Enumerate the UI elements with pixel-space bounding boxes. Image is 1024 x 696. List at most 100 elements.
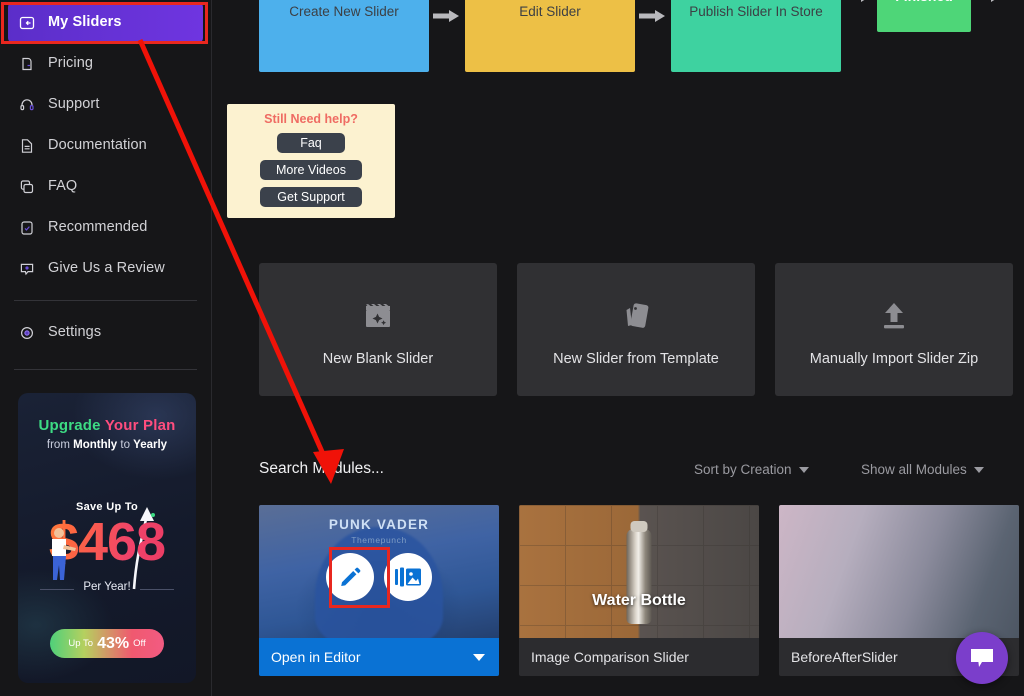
promo-discount-pill[interactable]: Up To 43% Off <box>50 629 164 658</box>
manually-import-slider-zip-card[interactable]: Manually Import Slider Zip <box>775 263 1013 396</box>
show-all-modules-dropdown[interactable]: Show all Modules <box>861 462 984 477</box>
slider-card-punk-vader[interactable]: PUNK VADER Themepunch Open in Editor <box>259 505 499 676</box>
slider-card-image-comparison[interactable]: Water Bottle Image Comparison Slider <box>519 505 759 676</box>
step-publish-slider-in-store: Instructions Video Publish Slider In Sto… <box>671 0 841 72</box>
sidebar-item-label: Documentation <box>48 137 147 154</box>
sort-dropdown-label: Sort by Creation <box>694 462 792 477</box>
edit-button-highlight-box <box>329 547 390 608</box>
sort-by-creation-dropdown[interactable]: Sort by Creation <box>694 462 809 477</box>
slider-thumbnail: PUNK VADER Themepunch <box>259 505 499 638</box>
sidebar-item-label: Settings <box>48 324 102 341</box>
new-blank-slider-card[interactable]: New Blank Slider <box>259 263 497 396</box>
module-cards: PUNK VADER Themepunch Open in Editor Wat… <box>259 505 1019 676</box>
gear-icon <box>18 324 36 342</box>
upload-arrow-icon <box>884 302 904 328</box>
slides-image-icon[interactable] <box>384 553 432 601</box>
promo-subtitle-mid: to <box>117 439 134 451</box>
new-slider-from-template-card[interactable]: New Slider from Template <box>517 263 755 396</box>
sidebar-item-label: Recommended <box>48 219 148 236</box>
bookmark-check-icon <box>18 219 36 237</box>
sidebar-divider-bottom <box>14 369 197 370</box>
new-blank-slider-icon <box>361 293 395 339</box>
sidebar-item-recommended[interactable]: Recommended <box>8 207 203 248</box>
slider-thumbnail: Water Bottle <box>519 505 759 638</box>
arrow-right-icon <box>639 10 665 22</box>
promo-title: Upgrade Your Plan <box>18 417 196 434</box>
upgrade-plan-promo-banner[interactable]: Upgrade Your Plan from Monthly to Yearly… <box>18 393 196 683</box>
sidebar-item-give-us-a-review[interactable]: Give Us a Review <box>8 248 203 289</box>
promo-pill-amount: 43% <box>97 634 130 652</box>
chevron-down-icon <box>798 466 809 473</box>
slides-glyph <box>395 567 421 587</box>
search-input[interactable] <box>259 460 559 478</box>
filter-dropdown-label: Show all Modules <box>861 462 967 477</box>
promo-title-part1: Upgrade <box>38 417 105 434</box>
still-need-help-box: Still Need help? Faq More Videos Get Sup… <box>227 104 395 218</box>
slider-subtitle: Themepunch <box>351 535 407 545</box>
stacked-cards-icon <box>626 302 649 328</box>
action-cards: New Blank Slider New Slider from Templat… <box>259 263 1013 396</box>
action-card-label: New Slider from Template <box>553 350 719 367</box>
app-root: My Sliders Pricing Support Documentation… <box>0 0 1024 696</box>
step-title: Finished <box>895 0 953 4</box>
action-card-label: New Blank Slider <box>322 350 434 367</box>
chat-support-button[interactable] <box>956 632 1008 684</box>
sidebar: My Sliders Pricing Support Documentation… <box>0 0 212 696</box>
faq-layers-icon <box>18 178 36 196</box>
step-title: Create New Slider <box>289 4 399 19</box>
sidebar-item-faq[interactable]: FAQ <box>8 166 203 207</box>
promo-subtitle-monthly: Monthly <box>73 439 118 451</box>
slider-title: Water Bottle <box>592 592 686 609</box>
promo-per-year: Per Year! <box>18 581 196 593</box>
template-cards-icon <box>619 293 653 339</box>
step-edit-slider: Instructions Video Edit Slider <box>465 0 635 72</box>
action-card-label: Manually Import Slider Zip <box>809 350 979 367</box>
more-videos-button[interactable]: More Videos <box>260 160 362 180</box>
step-title: Edit Slider <box>519 4 581 19</box>
upload-icon <box>877 293 911 339</box>
main-content: Instructions Video Create New Slider <box>212 0 1024 696</box>
headset-icon <box>18 96 36 114</box>
chevron-down-icon <box>473 653 485 661</box>
arrow-right-icon <box>433 10 459 22</box>
sidebar-item-label: My Sliders <box>48 14 122 31</box>
sidebar-item-support[interactable]: Support <box>8 84 203 125</box>
arrow-right-icon <box>861 0 865 2</box>
promo-subtitle-yearly: Yearly <box>133 439 168 451</box>
promo-subtitle: from Monthly to Yearly <box>18 439 196 451</box>
slider-title: PUNK VADER <box>328 517 430 532</box>
step-arrow-1 <box>429 0 465 72</box>
step-arrow-4 <box>971 0 1007 32</box>
pricing-tag-icon <box>18 55 36 73</box>
step-arrow-3 <box>841 0 877 32</box>
chevron-down-icon <box>973 466 984 473</box>
slider-footer-label: Open in Editor <box>271 649 361 665</box>
sidebar-item-pricing[interactable]: Pricing <box>8 43 203 84</box>
step-arrow-2 <box>635 0 671 72</box>
faq-button[interactable]: Faq <box>277 133 345 153</box>
sidebar-item-label: Pricing <box>48 55 94 72</box>
sidebar-item-my-sliders[interactable]: My Sliders <box>8 2 203 43</box>
clapboard-sparkle-icon <box>366 303 390 327</box>
chat-review-icon <box>18 260 36 278</box>
sidebar-item-documentation[interactable]: Documentation <box>8 125 203 166</box>
sidebar-item-label: Give Us a Review <box>48 260 165 277</box>
get-support-button[interactable]: Get Support <box>260 187 362 207</box>
sidebar-item-settings[interactable]: Settings <box>8 312 203 353</box>
sliders-icon <box>18 14 36 32</box>
open-in-editor-button[interactable]: Open in Editor <box>259 638 499 676</box>
promo-pill-suffix: Off <box>133 638 146 649</box>
chat-bubble-icon <box>971 649 993 667</box>
slider-footer-label: Image Comparison Slider <box>531 649 689 665</box>
sidebar-item-label: FAQ <box>48 178 78 195</box>
onboarding-steps: Instructions Video Create New Slider <box>259 0 1007 72</box>
help-heading: Still Need help? <box>264 112 358 126</box>
sidebar-divider-top <box>14 300 197 301</box>
bottle-cap-graphic <box>630 521 648 532</box>
arrow-right-icon <box>991 0 995 2</box>
promo-pill-prefix: Up To <box>68 638 94 649</box>
step-title: Publish Slider In Store <box>689 4 823 19</box>
step-finished: Finished <box>877 0 971 32</box>
promo-title-part2: Your Plan <box>104 417 176 434</box>
slider-thumbnail <box>779 505 1019 638</box>
